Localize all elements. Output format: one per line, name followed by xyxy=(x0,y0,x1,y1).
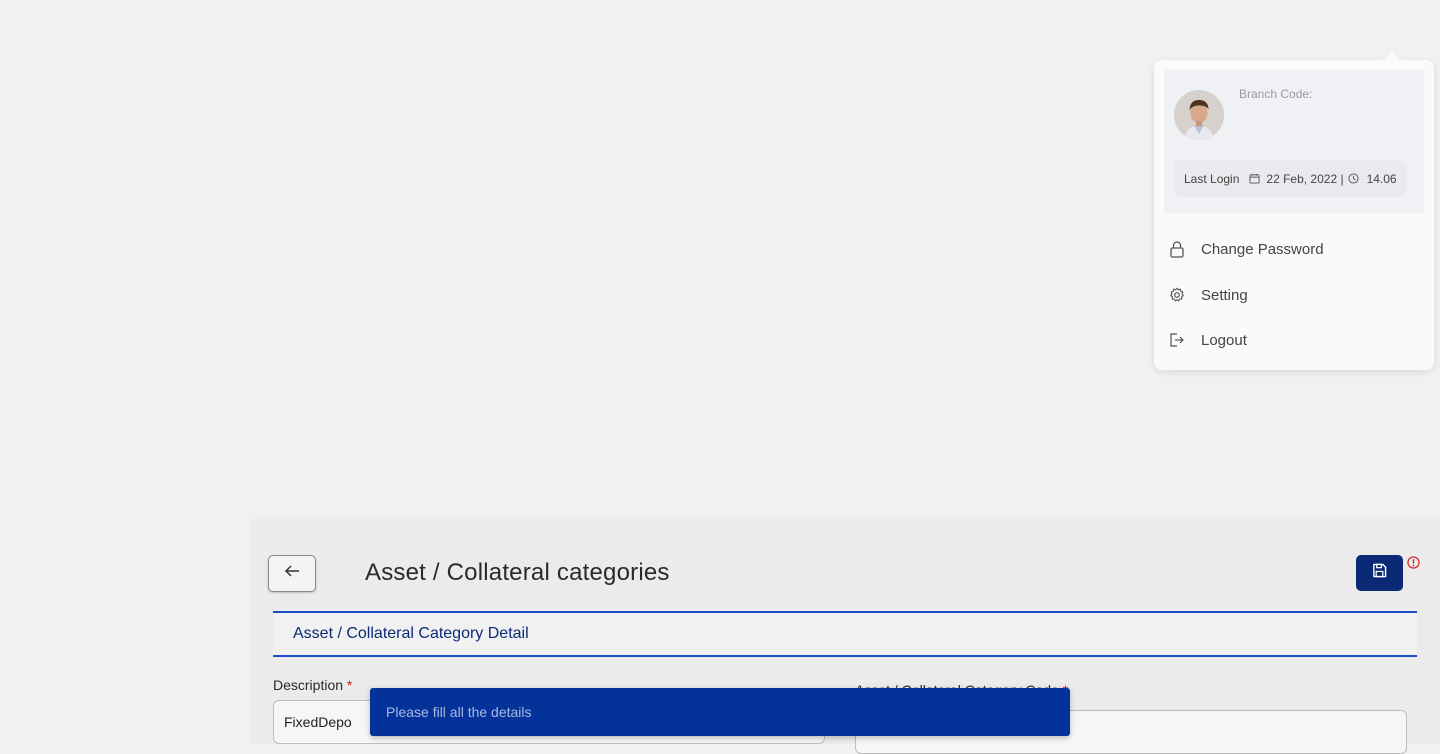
last-login-label: Last Login xyxy=(1184,171,1240,186)
profile-dropdown: Branch Code: Last Login 22 Feb, 2022 | 1… xyxy=(1154,50,1434,370)
required-mark: * xyxy=(346,677,353,693)
error-icon xyxy=(1407,556,1420,574)
last-login-badge: Last Login 22 Feb, 2022 | 14.06 xyxy=(1174,160,1407,197)
save-button[interactable] xyxy=(1356,555,1403,591)
menu-item-label: Logout xyxy=(1201,331,1247,349)
description-label-text: Description xyxy=(273,677,344,693)
page-title: Asset / Collateral categories xyxy=(365,559,670,586)
menu-item-change-password[interactable]: Change Password xyxy=(1168,240,1324,258)
description-label: Description * xyxy=(273,677,352,693)
clock-icon xyxy=(1348,173,1359,184)
calendar-icon xyxy=(1249,173,1260,184)
menu-item-label: Change Password xyxy=(1201,240,1324,258)
last-login-date: 22 Feb, 2022 | xyxy=(1266,171,1344,186)
toast-notification: Please fill all the details xyxy=(370,688,1070,736)
section-header: Asset / Collateral Category Detail xyxy=(273,611,1417,657)
dropdown-caret xyxy=(1383,50,1401,68)
gear-icon xyxy=(1168,286,1186,304)
arrow-left-icon xyxy=(284,564,300,583)
lock-icon xyxy=(1168,240,1186,258)
branch-code-label: Branch Code: xyxy=(1239,87,1313,101)
menu-item-label: Setting xyxy=(1201,286,1248,304)
menu-item-setting[interactable]: Setting xyxy=(1168,286,1248,304)
toast-message: Please fill all the details xyxy=(386,704,532,720)
section-title: Asset / Collateral Category Detail xyxy=(293,625,529,642)
avatar-image xyxy=(1174,90,1224,140)
save-icon xyxy=(1372,563,1387,583)
last-login-time: 14.06 xyxy=(1366,171,1397,186)
logout-icon xyxy=(1168,331,1186,349)
profile-header: Branch Code: Last Login 22 Feb, 2022 | 1… xyxy=(1164,70,1424,213)
menu-item-logout[interactable]: Logout xyxy=(1168,331,1247,349)
back-button[interactable] xyxy=(268,555,316,592)
avatar xyxy=(1174,90,1224,140)
